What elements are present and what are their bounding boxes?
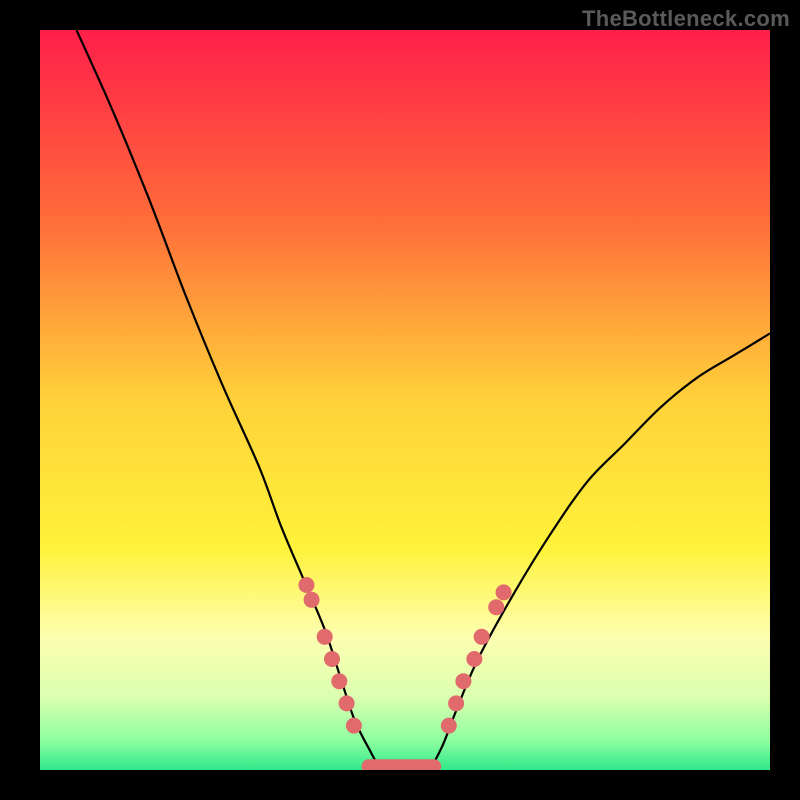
bottleneck-curve xyxy=(40,30,770,770)
curve-path xyxy=(77,30,771,770)
marker-group-right xyxy=(441,584,512,733)
curve-marker xyxy=(346,718,362,734)
curve-marker xyxy=(488,599,504,615)
curve-marker xyxy=(317,629,333,645)
curve-marker xyxy=(331,673,347,689)
curve-marker xyxy=(441,718,457,734)
curve-marker xyxy=(448,695,464,711)
plot-area xyxy=(40,30,770,770)
marker-group-left xyxy=(298,577,361,734)
curve-marker xyxy=(455,673,471,689)
curve-marker xyxy=(466,651,482,667)
curve-marker xyxy=(324,651,340,667)
curve-marker xyxy=(496,584,512,600)
curve-marker xyxy=(474,629,490,645)
curve-marker xyxy=(304,592,320,608)
chart-frame: TheBottleneck.com xyxy=(0,0,800,800)
curve-marker xyxy=(339,695,355,711)
watermark-text: TheBottleneck.com xyxy=(582,6,790,32)
curve-marker xyxy=(298,577,314,593)
